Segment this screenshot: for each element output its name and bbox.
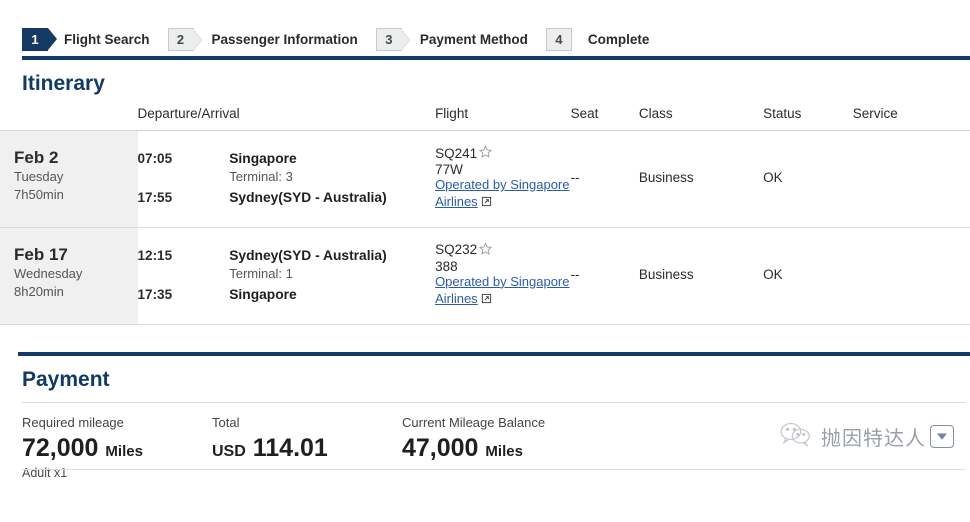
- total-label: Total: [212, 415, 402, 430]
- mileage-balance-value-wrap: 47,000 Miles: [402, 435, 702, 461]
- total-value-wrap: USD 114.01: [212, 435, 402, 461]
- star-icon: [479, 242, 492, 258]
- itinerary-table: Departure/Arrival Flight Seat Class Stat…: [0, 106, 970, 325]
- flight-number-wrap: SQ232: [435, 242, 571, 258]
- flight-duration: 8h20min: [14, 283, 138, 301]
- mileage-balance-block: Current Mileage Balance 47,000 Miles: [402, 415, 702, 480]
- required-mileage-label: Required mileage: [22, 415, 212, 430]
- operated-by-link-wrap[interactable]: Operated by Singapore Airlines: [435, 177, 571, 211]
- required-mileage-value: 72,000: [22, 434, 98, 462]
- itinerary-heading: Itinerary: [0, 60, 970, 106]
- step-2-passenger-information[interactable]: 2 Passenger Information: [168, 28, 358, 51]
- service-value: [853, 227, 970, 324]
- flight-places-cell: Sydney(SYD - Australia) Terminal: 1 Sing…: [229, 227, 435, 324]
- flight-number-wrap: SQ241: [435, 145, 571, 161]
- operated-by-link-wrap[interactable]: Operated by Singapore Airlines: [435, 274, 571, 308]
- column-header-class: Class: [639, 106, 763, 131]
- flight-times-cell: 12:15 17:35: [138, 227, 230, 324]
- column-header-date: [0, 106, 138, 131]
- flight-date: Feb 2: [14, 147, 138, 168]
- flight-duration: 7h50min: [14, 186, 138, 204]
- arrival-time: 17:35: [138, 287, 230, 302]
- step-3-number-badge: 3: [376, 28, 402, 51]
- class-value: Business: [639, 131, 763, 228]
- step-1-flight-search[interactable]: 1 Flight Search: [22, 28, 150, 51]
- departure-airport: Sydney(SYD - Australia): [229, 248, 435, 263]
- payment-heading: Payment: [0, 356, 970, 402]
- total-currency: USD: [212, 443, 246, 460]
- flight-number: SQ232: [435, 242, 477, 257]
- step-1-number-badge: 1: [22, 28, 48, 51]
- aircraft-type: 388: [435, 259, 571, 274]
- step-2-number-badge: 2: [168, 28, 194, 51]
- payment-section: Payment Required mileage 72,000 Miles Ad…: [0, 356, 970, 480]
- flight-info-cell: SQ241 77W Operated by Singapore Airlines: [435, 131, 571, 228]
- step-4-complete[interactable]: 4 Complete: [546, 28, 650, 51]
- aircraft-type: 77W: [435, 162, 571, 177]
- page-bottom-rule: [22, 469, 965, 470]
- step-3-label: Payment Method: [420, 32, 528, 47]
- flight-date: Feb 17: [14, 244, 138, 265]
- operated-by-link[interactable]: Operated by Singapore Airlines: [435, 177, 569, 209]
- arrival-time: 17:55: [138, 190, 230, 205]
- flight-weekday: Tuesday: [14, 168, 138, 186]
- step-indicator-bar: 1 Flight Search 2 Passenger Information …: [0, 0, 970, 56]
- step-4-number-badge: 4: [546, 28, 572, 51]
- status-value: OK: [763, 227, 853, 324]
- flight-number: SQ241: [435, 146, 477, 161]
- operated-by-link[interactable]: Operated by Singapore Airlines: [435, 274, 569, 306]
- star-icon: [479, 145, 492, 161]
- seat-value: --: [571, 227, 639, 324]
- mileage-balance-value: 47,000: [402, 434, 478, 462]
- step-2-label: Passenger Information: [212, 32, 358, 47]
- required-mileage-block: Required mileage 72,000 Miles Adult x1: [22, 415, 212, 480]
- seat-value: --: [571, 131, 639, 228]
- flight-places-cell: Singapore Terminal: 3 Sydney(SYD - Austr…: [229, 131, 435, 228]
- required-mileage-value-wrap: 72,000 Miles: [22, 435, 212, 461]
- departure-time: 12:15: [138, 248, 230, 287]
- departure-airport: Singapore: [229, 151, 435, 166]
- service-value: [853, 131, 970, 228]
- flight-date-cell: Feb 17 Wednesday 8h20min: [0, 227, 138, 324]
- departure-terminal: Terminal: 1: [229, 266, 435, 281]
- column-header-service: Service: [853, 106, 970, 131]
- required-mileage-unit: Miles: [105, 443, 143, 460]
- flight-date-cell: Feb 2 Tuesday 7h50min: [0, 131, 138, 228]
- mileage-balance-unit: Miles: [485, 443, 523, 460]
- status-value: OK: [763, 131, 853, 228]
- departure-terminal: Terminal: 3: [229, 169, 435, 184]
- flight-weekday: Wednesday: [14, 265, 138, 283]
- itinerary-table-header: Departure/Arrival Flight Seat Class Stat…: [0, 106, 970, 131]
- total-value: 114.01: [253, 434, 328, 462]
- column-header-departure-arrival: Departure/Arrival: [138, 106, 436, 131]
- arrival-airport: Sydney(SYD - Australia): [229, 190, 435, 205]
- flight-info-cell: SQ232 388 Operated by Singapore Airlines: [435, 227, 571, 324]
- external-link-icon: [481, 292, 492, 307]
- column-header-status: Status: [763, 106, 853, 131]
- column-header-flight: Flight: [435, 106, 571, 131]
- mileage-balance-label: Current Mileage Balance: [402, 415, 702, 430]
- class-value: Business: [639, 227, 763, 324]
- arrival-airport: Singapore: [229, 287, 435, 302]
- table-row: Feb 17 Wednesday 8h20min 12:15 17:35 Syd…: [0, 227, 970, 324]
- external-link-icon: [481, 195, 492, 210]
- total-block: Total USD 114.01: [212, 415, 402, 480]
- departure-time: 07:05: [138, 151, 230, 190]
- step-3-payment-method[interactable]: 3 Payment Method: [376, 28, 528, 51]
- step-4-label: Complete: [588, 32, 650, 47]
- step-1-label: Flight Search: [64, 32, 150, 47]
- flight-times-cell: 07:05 17:55: [138, 131, 230, 228]
- table-row: Feb 2 Tuesday 7h50min 07:05 17:55 Singap…: [0, 131, 970, 228]
- column-header-seat: Seat: [571, 106, 639, 131]
